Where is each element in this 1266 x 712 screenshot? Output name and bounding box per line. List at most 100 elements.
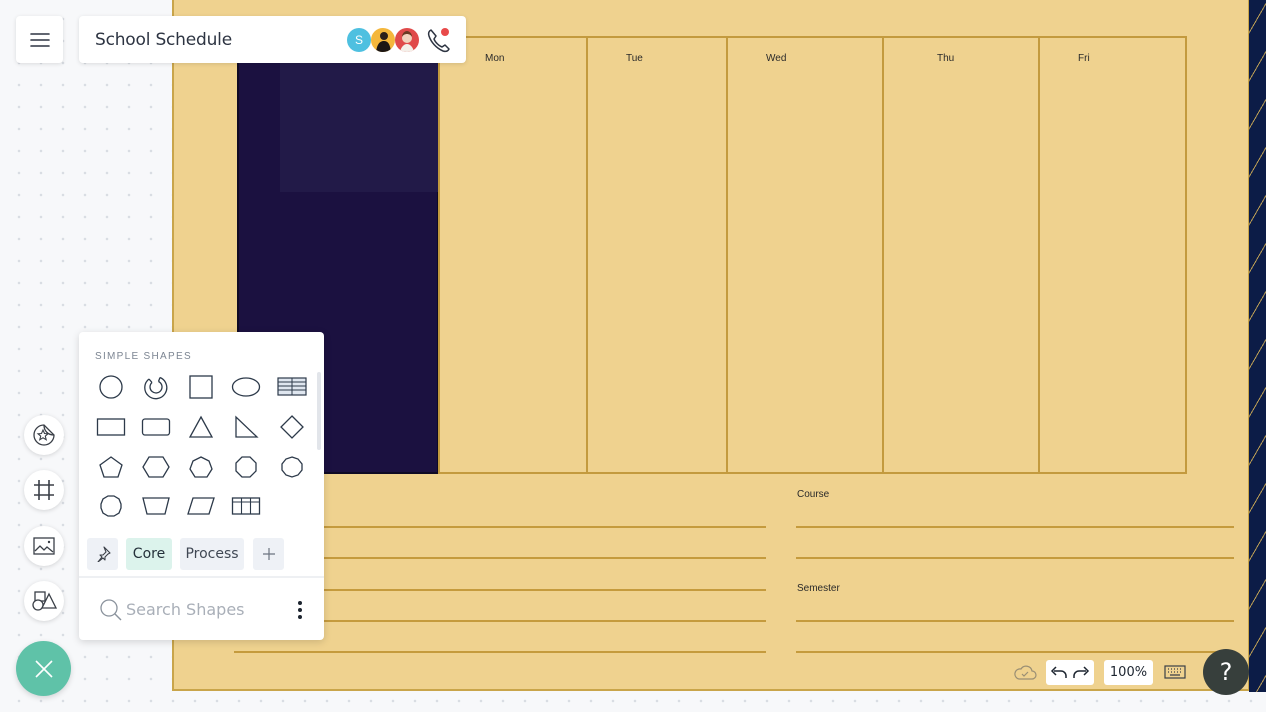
zoom-level[interactable]: 100% [1104, 660, 1153, 685]
plus-icon [262, 548, 275, 560]
day-column-wed[interactable]: Wed [726, 36, 884, 474]
shape-donut[interactable] [136, 370, 176, 404]
day-column-thu[interactable]: Thu [882, 36, 1040, 474]
tab-core[interactable]: Core [126, 538, 172, 570]
diamond-icon [280, 415, 304, 439]
donut-icon [144, 376, 168, 400]
image-button[interactable] [24, 526, 64, 566]
note-line [320, 526, 766, 528]
menu-button[interactable] [16, 16, 63, 63]
more-vertical-icon[interactable] [296, 600, 304, 620]
phone-icon [427, 28, 450, 53]
shape-heptagon[interactable] [181, 450, 221, 484]
title-bar: School Schedule S [79, 16, 466, 63]
close-icon [34, 659, 53, 678]
frame-icon [34, 480, 54, 500]
add-library-button[interactable] [253, 538, 284, 570]
ellipse-icon [231, 377, 261, 397]
keyboard-icon[interactable] [1164, 664, 1186, 680]
frame-button[interactable] [24, 470, 64, 510]
day-label: Fri [1078, 53, 1090, 64]
shape-hexagon[interactable] [136, 450, 176, 484]
image-icon [33, 537, 55, 555]
shapes-button[interactable] [24, 581, 64, 621]
shape-diamond[interactable] [272, 410, 312, 444]
day-column-mon[interactable]: Mon [438, 36, 588, 474]
shape-rounded-rectangle[interactable] [136, 410, 176, 444]
shape-pentagon[interactable] [91, 450, 131, 484]
avatar[interactable]: S [347, 28, 371, 52]
shape-right-triangle[interactable] [226, 410, 266, 444]
decagon-icon [100, 495, 122, 517]
square-icon [189, 375, 213, 399]
note-line [320, 557, 766, 559]
triangle-icon [188, 415, 214, 438]
course-line[interactable] [796, 557, 1234, 559]
shape-nonagon[interactable] [272, 450, 312, 484]
shape-square[interactable] [181, 370, 221, 404]
hexagon-icon [142, 456, 170, 478]
nonagon-icon [281, 456, 303, 478]
note-line [320, 620, 766, 622]
shape-trapezoid[interactable] [136, 489, 176, 523]
shape-triangle[interactable] [181, 410, 221, 444]
day-label: Mon [485, 53, 505, 64]
day-label: Tue [626, 53, 643, 64]
course-label: Course [797, 489, 830, 500]
shape-ellipse[interactable] [226, 370, 266, 404]
hamburger-menu-icon [29, 32, 50, 47]
panel-divider [79, 576, 324, 578]
semester-label: Semester [797, 583, 840, 594]
shape-table-striped[interactable] [272, 370, 312, 404]
avatar-initial: S [354, 33, 363, 47]
day-label: Wed [766, 53, 787, 64]
cloud-check-icon [1014, 665, 1037, 680]
day-label: Thu [937, 53, 955, 64]
panel-scrollbar[interactable] [317, 372, 321, 450]
rounded-rectangle-icon [141, 418, 171, 436]
day-column-fri[interactable]: Fri [1038, 36, 1187, 474]
help-button[interactable]: ? [1203, 649, 1249, 695]
section-title: SIMPLE SHAPES [95, 351, 192, 362]
shape-rectangle[interactable] [91, 410, 131, 444]
undo-icon[interactable] [1050, 665, 1068, 680]
shape-octagon[interactable] [226, 450, 266, 484]
pin-icon [96, 546, 111, 562]
table-striped-icon [277, 377, 307, 396]
dark-header-inner-block [280, 63, 439, 192]
pentagon-icon [99, 456, 123, 478]
pin-button[interactable] [87, 538, 118, 570]
shape-parallelogram[interactable] [181, 489, 221, 523]
heptagon-icon [189, 456, 213, 478]
history-controls [1046, 660, 1094, 685]
shape-decagon[interactable] [91, 489, 131, 523]
circle-icon [99, 375, 123, 399]
trapezoid-icon [142, 497, 170, 515]
right-triangle-icon [235, 415, 259, 438]
search-icon [100, 599, 122, 621]
avatar[interactable] [371, 28, 395, 52]
table-grid-icon [231, 497, 261, 515]
semester-line[interactable] [796, 620, 1234, 622]
close-shapes-button[interactable] [16, 641, 71, 696]
avatar[interactable] [395, 28, 419, 52]
person-photo-icon [376, 32, 391, 52]
rectangle-icon [96, 418, 126, 436]
redo-icon[interactable] [1072, 665, 1090, 680]
search-shapes-input[interactable]: Search Shapes [126, 600, 245, 619]
shape-circle[interactable] [91, 370, 131, 404]
sticker-button[interactable] [24, 415, 64, 455]
shape-table-grid[interactable] [226, 489, 266, 523]
octagon-icon [235, 456, 257, 478]
tab-process[interactable]: Process [180, 538, 244, 570]
person-photo-icon [400, 31, 414, 52]
striped-border-decoration [1249, 0, 1266, 692]
document-title[interactable]: School Schedule [95, 30, 232, 50]
semester-line[interactable] [796, 651, 1234, 653]
day-column-tue[interactable]: Tue [586, 36, 728, 474]
course-line[interactable] [796, 526, 1234, 528]
parallelogram-icon [187, 497, 215, 515]
call-button[interactable] [426, 26, 454, 54]
note-line [234, 651, 766, 653]
shapes-icon [32, 591, 57, 611]
